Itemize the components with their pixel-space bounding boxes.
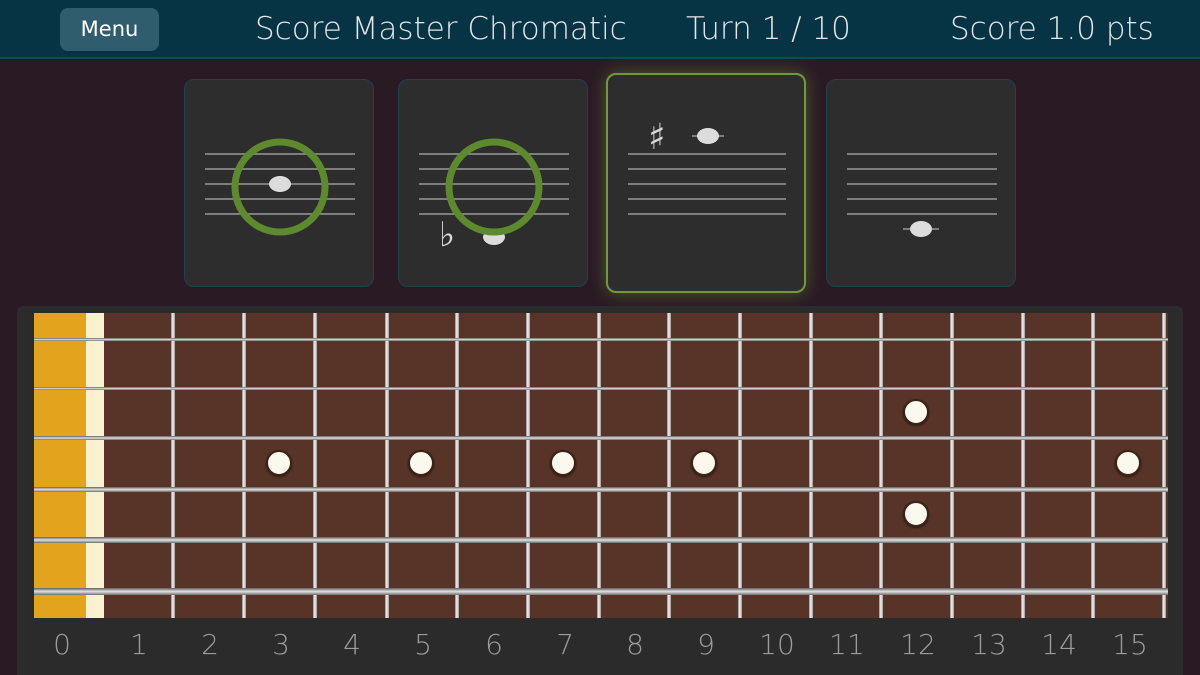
fret-number: 2 [201,628,219,661]
fret-wire-15 [1162,313,1166,618]
fret-wire-13 [1021,313,1025,618]
fret-number: 12 [900,628,936,661]
fret-wire-9 [738,313,742,618]
fretboard[interactable] [104,313,1168,618]
sharp-icon: ♯ [648,117,665,158]
fret-inlay-15 [1115,450,1141,476]
staff-notation [205,138,355,236]
fret-number: 8 [626,628,644,661]
fret-wire-3 [313,313,317,618]
fret-wire-12 [950,313,954,618]
fret-number: 0 [53,628,71,661]
whole-note [910,221,932,237]
fret-number: 1 [130,628,148,661]
fret-wire-11 [879,313,883,618]
fret-number: 6 [485,628,503,661]
string-1[interactable] [34,338,1168,341]
fret-number: 7 [556,628,574,661]
top-bar: Menu Score Master Chromatic Turn 1 / 10 … [0,0,1200,59]
fret-number: 4 [343,628,361,661]
flat-icon: ♭ [439,215,455,255]
string-3[interactable] [34,436,1168,440]
staff-notation: ♭ [419,138,569,255]
fret-number: 3 [272,628,290,661]
fret-wire-7 [597,313,601,618]
fret-number: 13 [971,628,1007,661]
fret-number: 14 [1041,628,1077,661]
nut [86,313,104,618]
note-card-3[interactable]: ♯ [606,73,806,293]
fret-wire-14 [1091,313,1095,618]
fret-inlay-7 [550,450,576,476]
fret-number: 15 [1112,628,1148,661]
fret-number: 10 [759,628,795,661]
fret-inlay-12 [903,501,929,527]
whole-note [697,128,719,144]
string-4[interactable] [34,487,1168,492]
fret-wire-5 [455,313,459,618]
fret-wire-8 [667,313,671,618]
fret-number: 5 [414,628,432,661]
fret-number: 9 [697,628,715,661]
fret-inlay-3 [266,450,292,476]
note-card-2[interactable]: ♭ [398,79,588,287]
string-5[interactable] [34,537,1168,543]
staff-notation [847,153,997,237]
correct-ring-icon [445,138,543,236]
whole-note [269,176,291,192]
open-string-zone[interactable] [34,313,86,618]
fret-inlay-9 [691,450,717,476]
fret-number: 11 [829,628,865,661]
fret-inlay-5 [408,450,434,476]
string-6[interactable] [34,588,1168,595]
fret-wire-6 [526,313,530,618]
staff-notation: ♯ [628,117,786,215]
game-title: Score Master Chromatic [255,11,627,47]
string-2[interactable] [34,387,1168,390]
fret-wire-1 [171,313,175,618]
note-card-4[interactable] [826,79,1016,287]
score-display: Score 1.0 pts [950,11,1154,47]
menu-button[interactable]: Menu [60,8,159,51]
turn-counter: Turn 1 / 10 [686,11,851,47]
fret-wire-4 [385,313,389,618]
fret-wire-10 [809,313,813,618]
fret-inlay-12 [903,399,929,425]
note-card-1[interactable] [184,79,374,287]
fret-wire-2 [242,313,246,618]
